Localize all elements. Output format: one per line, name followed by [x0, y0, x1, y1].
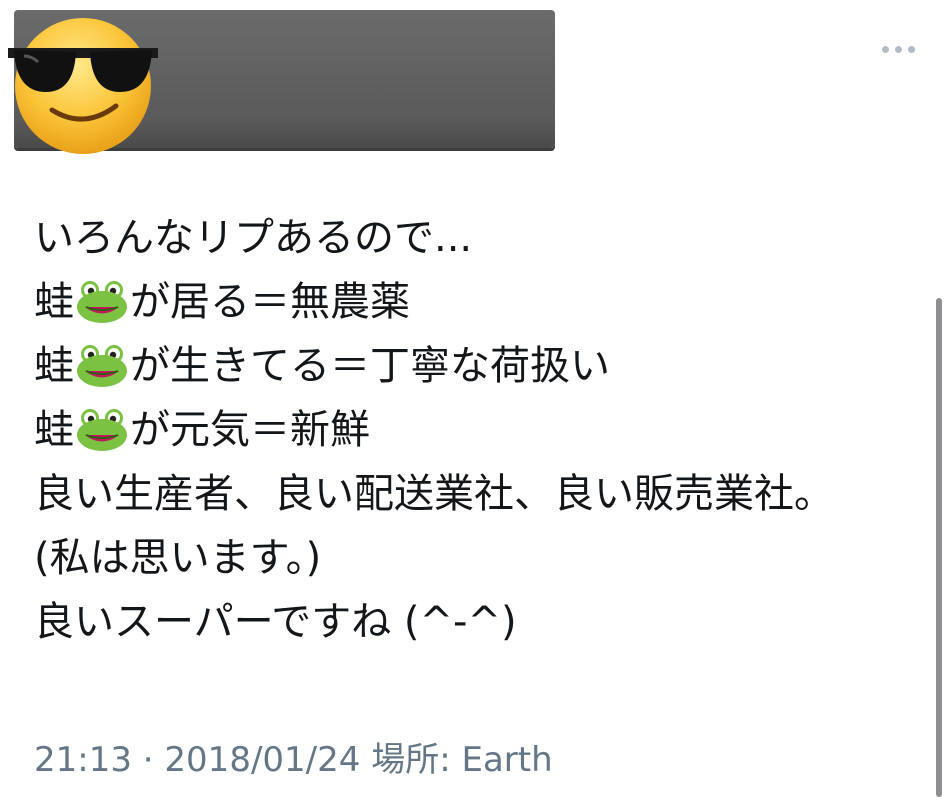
frog-emoji-icon [77, 281, 127, 323]
more-dot [907, 45, 915, 53]
tweet-line: (私は思います。) [34, 535, 322, 581]
more-dot [881, 45, 889, 53]
tweet-date[interactable]: 2018/01/24 [164, 740, 360, 780]
frog-emoji-icon [77, 409, 127, 451]
tweet-line: 良いスーパーですね (^-^) [34, 599, 517, 645]
tweet-line: 蛙 が元気＝新鮮 [34, 407, 370, 453]
tweet-line: 良い生産者、良い配送業社、良い販売業社。 [34, 471, 834, 517]
tweet-text: いろんなリプあるので... 蛙 が居る＝無農薬 蛙 が生きてる＝丁寧な荷扱い 蛙… [34, 206, 894, 654]
avatar[interactable] [4, 6, 162, 156]
tweet-detail: いろんなリプあるので... 蛙 が居る＝無農薬 蛙 が生きてる＝丁寧な荷扱い 蛙… [0, 0, 952, 797]
location-label: 場所: [371, 740, 451, 780]
tweet-location[interactable]: Earth [461, 740, 552, 780]
more-options-icon[interactable] [870, 36, 926, 62]
meta-separator: · [131, 740, 165, 780]
scrollbar[interactable] [936, 298, 942, 797]
tweet-line: 蛙 が居る＝無農薬 [34, 279, 410, 325]
tweet-meta: 21:13 · 2018/01/24 場所: Earth [34, 732, 553, 781]
frog-emoji-icon [77, 345, 127, 387]
tweet-line: いろんなリプあるので... [34, 215, 473, 261]
more-dot [894, 45, 902, 53]
tweet-time[interactable]: 21:13 [34, 740, 132, 780]
tweet-line: 蛙 が生きてる＝丁寧な荷扱い [34, 343, 610, 389]
